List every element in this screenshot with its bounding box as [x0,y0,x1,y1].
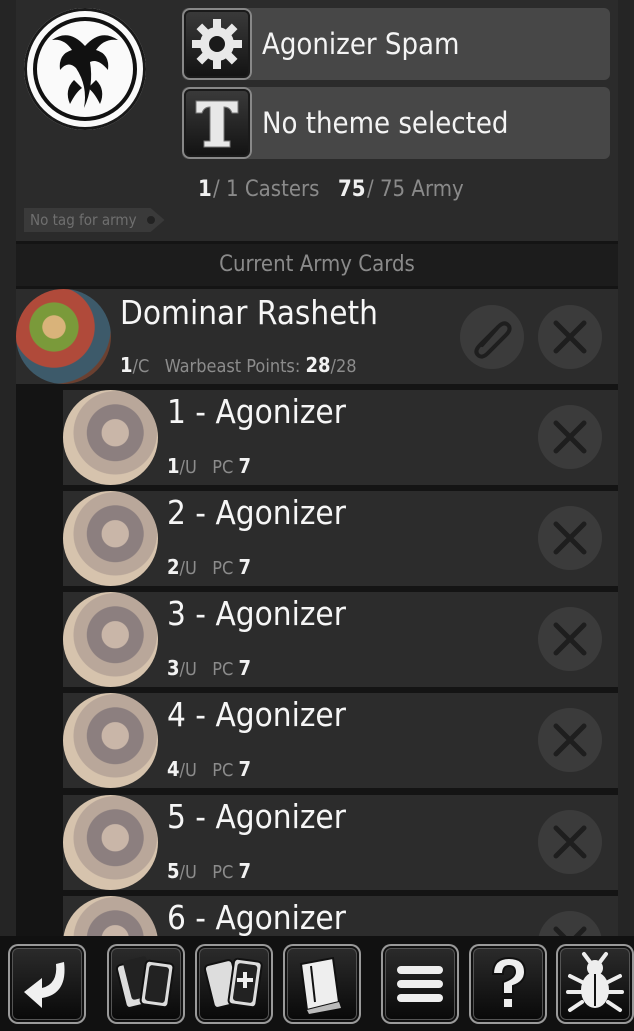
close-icon [553,723,587,757]
pc-label: PC [212,659,234,680]
unit-pc: 7 [238,859,252,883]
army-total: / 75 Army [367,177,464,202]
book-icon [299,956,341,1014]
unit-pc: 7 [238,757,252,781]
unit-count-suffix: /U [179,558,197,579]
close-icon [553,825,587,859]
bottom-toolbar [0,936,634,1031]
unit-meta: 3/U PC 7 [167,656,251,680]
attach-button[interactable] [460,305,524,369]
unit-name: 1 - Agonizer [167,392,346,431]
unit-card[interactable]: 1 - Agonizer 1/U PC 7 [63,390,618,485]
caster-portrait [16,289,111,384]
army-tag[interactable]: No tag for army [24,208,165,232]
unit-count: 4 [167,757,180,781]
army-header: Agonizer Spam No theme selected 1 / 1 Ca… [16,0,618,241]
remove-unit-button[interactable] [538,405,602,469]
army-name-bar[interactable]: Agonizer Spam [182,8,610,80]
bug-icon [566,952,624,1012]
close-icon [553,521,587,555]
add-card-icon [203,957,263,1009]
add-card-button[interactable] [195,944,273,1024]
book-button[interactable] [283,944,361,1024]
unit-count: 3 [167,656,180,680]
cards-button[interactable] [107,944,185,1024]
settings-button[interactable] [182,8,252,80]
unit-card[interactable]: 4 - Agonizer 4/U PC 7 [63,693,618,788]
bug-button[interactable] [556,944,634,1024]
caster-name: Dominar Rasheth [120,293,378,332]
unit-count: 1 [167,454,180,478]
unit-pc: 7 [238,555,252,579]
caster-meta: 1/C Warbeast Points: 28/28 [120,353,357,377]
unit-card[interactable]: 5 - Agonizer 5/U PC 7 [63,795,618,890]
unit-portrait [63,795,158,890]
unit-count-suffix: /U [179,760,197,781]
pc-label: PC [212,558,234,579]
help-icon [491,956,527,1009]
casters-current: 1 [198,177,212,202]
close-icon [553,320,587,354]
close-icon [553,622,587,656]
back-button[interactable] [8,944,86,1024]
caster-count-suffix: /C [132,356,150,377]
army-current: 75 [338,177,366,202]
theme-icon [195,100,239,148]
remove-unit-button[interactable] [538,506,602,570]
theme-bar[interactable]: No theme selected [182,87,610,159]
cards-icon [115,956,175,1009]
army-counts: 1 / 1 Casters 75 / 75 Army [16,172,618,208]
remove-unit-button[interactable] [538,708,602,772]
unit-pc: 7 [238,656,252,680]
points-current: 28 [305,353,331,377]
pc-label: PC [212,862,234,883]
faction-logo [24,8,146,130]
unit-name: 6 - Agonizer [167,898,346,937]
theme-button[interactable] [182,87,252,159]
menu-icon [397,966,443,1002]
gear-icon [192,19,242,69]
unit-count: 5 [167,859,180,883]
pc-label: PC [212,457,234,478]
unit-meta: 4/U PC 7 [167,757,251,781]
unit-count: 2 [167,555,180,579]
pc-label: PC [212,760,234,781]
unit-meta: 2/U PC 7 [167,555,251,579]
section-title: Current Army Cards [16,244,618,286]
unit-name: 2 - Agonizer [167,493,346,532]
remove-unit-button[interactable] [538,810,602,874]
caster-card[interactable]: Dominar Rasheth 1/C Warbeast Points: 28/… [16,289,618,384]
unit-card[interactable]: 2 - Agonizer 2/U PC 7 [63,491,618,586]
unit-count-suffix: /U [179,457,197,478]
points-total: /28 [330,356,357,377]
caster-count: 1 [120,353,133,377]
left-frame [0,0,16,940]
close-icon [553,420,587,454]
back-icon [24,962,65,1008]
unit-portrait [63,491,158,586]
unit-meta: 5/U PC 7 [167,859,251,883]
unit-pc: 7 [238,454,252,478]
unit-name: 5 - Agonizer [167,797,346,836]
unit-portrait [63,390,158,485]
unit-count-suffix: /U [179,862,197,883]
unit-portrait [63,693,158,788]
casters-total: / 1 Casters [213,177,320,202]
unit-portrait [63,592,158,687]
remove-unit-button[interactable] [538,607,602,671]
menu-button[interactable] [381,944,459,1024]
unit-count-suffix: /U [179,659,197,680]
army-name: Agonizer Spam [262,27,460,61]
remove-caster-button[interactable] [538,305,602,369]
unit-meta: 1/U PC 7 [167,454,251,478]
points-label: Warbeast Points: [164,356,301,377]
unit-name: 3 - Agonizer [167,594,346,633]
theme-name: No theme selected [262,106,509,140]
help-button[interactable] [469,944,547,1024]
unit-card[interactable]: 3 - Agonizer 3/U PC 7 [63,592,618,687]
unit-name: 4 - Agonizer [167,695,346,734]
right-frame [618,0,634,940]
paperclip-icon [474,321,512,359]
